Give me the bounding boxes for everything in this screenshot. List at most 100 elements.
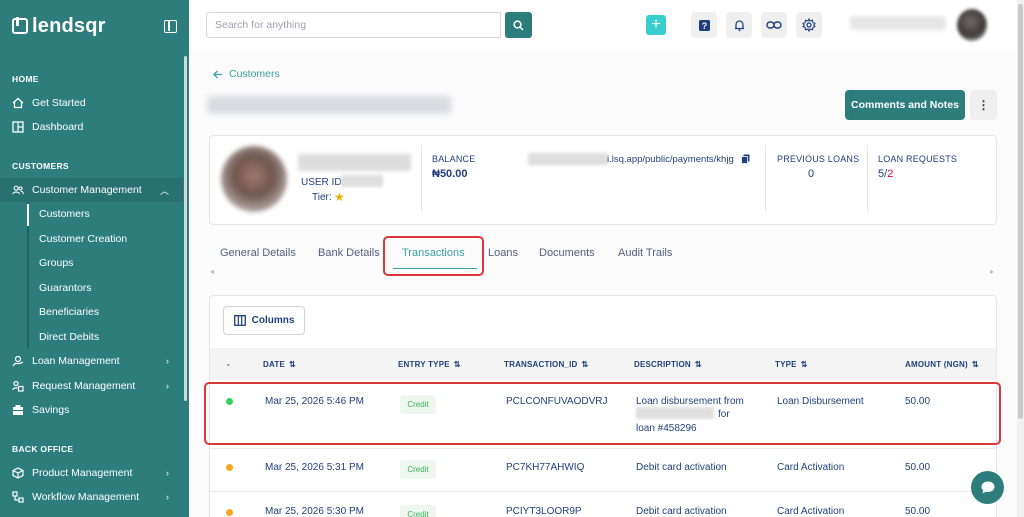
tab-general-details[interactable]: General Details [220,247,296,259]
search-button[interactable] [505,12,532,38]
lendsqr-logo-icon [12,17,28,34]
column-header-amount[interactable]: AMOUNT (NGN) ⇅ [905,360,979,369]
column-header-description[interactable]: DESCRIPTION ⇅ [634,360,702,369]
table-cell-date: Mar 25, 2026 5:30 PM [265,506,364,517]
notifications-button[interactable] [726,12,752,38]
sidebar-item-savings[interactable]: Savings [0,398,183,422]
sidebar-item-label: Customer Management [32,184,142,196]
sidebar-item-label: Loan Management [32,355,120,367]
sidebar-item-request-management[interactable]: Request Management › [0,374,183,398]
help-icon: ? [698,19,710,31]
brand-logo[interactable]: lendsqr [12,15,106,38]
previous-loans-value: 0 [808,168,815,180]
settings-button[interactable] [796,12,822,38]
status-dot [226,509,233,516]
sidebar-item-label: Get Started [32,97,86,109]
search-input[interactable] [206,12,501,38]
savings-icon [12,404,24,416]
more-options-button[interactable]: ⋮ [970,90,997,120]
column-header-label: DATE [263,360,285,369]
column-header-transaction-id[interactable]: TRANSACTION_ID ⇅ [504,360,588,369]
sidebar-subitem-groups[interactable]: Groups [27,251,183,275]
sort-icon: ⇅ [453,360,461,369]
columns-icon [233,315,246,326]
column-header-status: - [227,360,230,369]
tier-star-icon: ★ [334,190,345,204]
divider [421,145,422,211]
table-cell-date: Mar 25, 2026 5:31 PM [265,462,364,473]
payment-link[interactable]: i.lsq.app/public/payments/khjg [607,154,734,165]
sidebar-subitem-guarantors[interactable]: Guarantors [27,276,183,300]
highlight-box-row [204,382,1001,445]
add-button[interactable]: + [646,15,666,35]
column-header-label: DESCRIPTION [634,360,691,369]
link-button[interactable] [761,12,787,38]
sidebar-item-workflow-management[interactable]: Workflow Management › [0,485,183,509]
copy-icon[interactable] [741,154,750,164]
main-scrollbar[interactable] [1018,4,1023,419]
sidebar-scrollbar[interactable] [184,56,187,401]
sidebar-item-product-management[interactable]: Product Management › [0,461,183,485]
table-cell-description: Debit card activation [636,462,727,473]
sort-icon: ⇅ [971,360,979,369]
dashboard-icon [12,121,24,133]
loan-requests-label: LOAN REQUESTS [878,154,958,164]
sidebar-item-customer-management[interactable]: Customer Management ︿ [0,178,183,202]
sidebar-subitem-direct-debits[interactable]: Direct Debits [27,325,183,349]
loan-requests-value: 5/2 [878,168,893,180]
comments-and-notes-button[interactable]: Comments and Notes [845,90,965,120]
divider [765,145,766,211]
table-header [210,348,996,380]
tab-loans[interactable]: Loans [488,247,518,259]
sidebar-item-label: Product Management [32,467,133,479]
user-id-label: USER ID: [301,177,345,188]
column-header-date[interactable]: DATE ⇅ [263,360,296,369]
table-cell-transaction-id: PCIYT3LOOR9P [506,506,582,517]
column-header-entry-type[interactable]: ENTRY TYPE ⇅ [398,360,461,369]
sidebar-subitem-customer-creation[interactable]: Customer Creation [27,227,183,251]
loan-icon [12,355,24,367]
sidebar-item-loan-management[interactable]: Loan Management › [0,349,183,373]
chevron-right-icon: › [166,492,169,502]
back-link-label: Customers [229,68,280,80]
previous-loans-label: PREVIOUS LOANS [777,154,860,164]
chat-icon [981,481,994,494]
sort-icon: ⇅ [800,360,808,369]
arrow-left-icon [213,70,222,78]
sort-icon: ⇅ [288,360,296,369]
table-cell-amount: 50.00 [905,506,931,517]
sidebar-collapse-icon[interactable] [164,19,177,33]
tabs-scroll-left-icon[interactable]: ◂ [210,267,214,276]
tab-documents[interactable]: Documents [539,247,595,259]
tabs-scroll-right-icon[interactable]: ▸ [990,267,994,276]
chevron-right-icon: › [166,356,169,366]
tab-audit-trails[interactable]: Audit Trails [618,247,672,259]
column-header-type[interactable]: TYPE ⇅ [775,360,808,369]
search-icon [513,19,524,31]
entry-type-badge: Credit [400,460,436,479]
columns-button[interactable]: Columns [223,306,305,335]
sidebar-header: lendsqr [0,0,189,52]
topbar: + ? [189,0,1024,50]
avatar[interactable] [957,9,987,41]
users-icon [12,184,24,196]
sidebar-subitem-customers[interactable]: Customers [27,202,183,226]
back-to-customers-link[interactable]: Customers [213,68,280,80]
sidebar-subitem-beneficiaries[interactable]: Beneficiaries [27,300,183,324]
tab-bank-details[interactable]: Bank Details [318,247,380,259]
user-name-redacted [850,16,946,30]
section-back-office: BACK OFFICE [12,444,74,454]
table-cell-amount: 50.00 [905,462,931,473]
column-header-label: AMOUNT (NGN) [905,360,968,369]
customer-name-redacted [298,154,411,171]
sidebar-item-dashboard[interactable]: Dashboard [0,115,183,139]
workflow-icon [12,491,24,503]
column-header-label: ENTRY TYPE [398,360,450,369]
balance-label: BALANCE [432,154,476,164]
page-title-redacted [207,96,451,114]
status-dot [226,464,233,471]
sidebar-item-get-started[interactable]: Get Started [0,91,183,115]
table-cell-type: Card Activation [777,506,845,517]
chat-support-button[interactable] [971,471,1004,504]
help-button[interactable]: ? [691,12,717,38]
